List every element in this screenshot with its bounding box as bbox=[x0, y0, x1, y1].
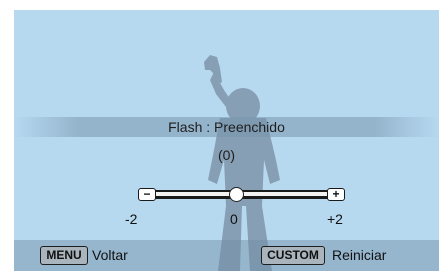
reset-label: Reiniciar bbox=[332, 247, 387, 263]
child-silhouette-image bbox=[204, 55, 280, 271]
custom-key[interactable]: CUSTOM bbox=[261, 246, 325, 265]
setting-label: Flash : Preenchido bbox=[168, 119, 285, 135]
slider-min-label: -2 bbox=[125, 211, 138, 227]
slider-max-label: +2 bbox=[327, 211, 343, 227]
plus-icon[interactable]: + bbox=[327, 188, 345, 201]
menu-key[interactable]: MENU bbox=[40, 246, 88, 265]
minus-icon[interactable]: − bbox=[138, 188, 156, 201]
slider-knob[interactable] bbox=[229, 187, 244, 202]
slider-mid-label: 0 bbox=[230, 211, 238, 227]
camera-preview-screen: Flash : Preenchido (0) − + -2 0 +2 MENU … bbox=[14, 10, 439, 271]
back-label: Voltar bbox=[92, 247, 128, 263]
setting-value: (0) bbox=[217, 147, 236, 163]
